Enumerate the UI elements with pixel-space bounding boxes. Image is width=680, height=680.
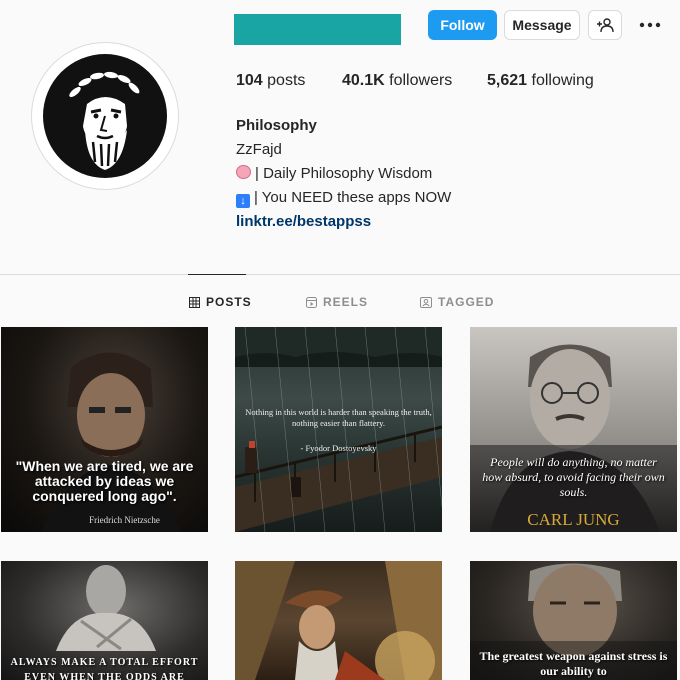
username-redacted bbox=[234, 14, 401, 45]
followers-count: 40.1K bbox=[342, 72, 385, 89]
reels-icon bbox=[306, 296, 317, 308]
post-tile[interactable]: ALWAYS MAKE A TOTAL EFFORT EVEN WHEN THE… bbox=[1, 561, 208, 680]
tabs-divider bbox=[0, 274, 680, 275]
profile-name: Philosophy bbox=[236, 117, 317, 134]
add-user-icon bbox=[597, 18, 614, 33]
philosopher-bust-icon bbox=[43, 54, 167, 178]
brain-emoji-icon bbox=[236, 165, 251, 179]
grid-icon bbox=[189, 296, 200, 308]
more-icon bbox=[639, 22, 661, 28]
profile-avatar[interactable] bbox=[31, 42, 179, 190]
tab-reels-label: REELS bbox=[323, 295, 369, 309]
following-label: following bbox=[531, 72, 594, 89]
posts-stat: 104 posts bbox=[236, 72, 305, 90]
posts-label: posts bbox=[267, 72, 306, 89]
bio-line-1: | Daily Philosophy Wisdom bbox=[236, 162, 451, 186]
post-tile[interactable]: "When we are tired, we are attacked by i… bbox=[1, 327, 208, 532]
add-user-button[interactable] bbox=[588, 10, 622, 40]
more-options-button[interactable] bbox=[632, 10, 668, 40]
bio-line-1-text: | Daily Philosophy Wisdom bbox=[255, 165, 433, 182]
tagged-icon bbox=[420, 296, 432, 308]
tab-posts[interactable]: POSTS bbox=[189, 295, 252, 309]
bio-line-2: ↓ | You NEED these apps NOW bbox=[236, 186, 451, 210]
post-tile[interactable]: Nothing in this world is harder than spe… bbox=[235, 327, 442, 532]
post-quote: People will do anything, no matter how a… bbox=[482, 455, 665, 499]
painting-image bbox=[235, 561, 442, 680]
rainy-bridge-image bbox=[235, 327, 442, 532]
portrait-image bbox=[470, 344, 677, 532]
post-quote: Nothing in this world is harder than spe… bbox=[245, 407, 432, 428]
post-tile[interactable]: The greatest weapon against stress is ou… bbox=[470, 561, 677, 680]
post-quote: The greatest weapon against stress is ou… bbox=[479, 649, 668, 678]
post-quote: "When we are tired, we are attacked by i… bbox=[15, 458, 194, 504]
active-tab-indicator bbox=[188, 274, 246, 275]
tab-tagged[interactable]: TAGGED bbox=[420, 295, 494, 309]
post-author: Friedrich Nietzsche bbox=[89, 515, 160, 525]
post-quote: ALWAYS MAKE A TOTAL EFFORT EVEN WHEN THE… bbox=[10, 657, 199, 680]
message-button[interactable]: Message bbox=[504, 10, 580, 40]
post-tile[interactable]: People will do anything, no matter how a… bbox=[470, 327, 677, 532]
tab-reels[interactable]: REELS bbox=[306, 295, 368, 309]
post-author: CARL JUNG bbox=[527, 510, 620, 529]
followers-label: followers bbox=[389, 72, 453, 89]
following-stat[interactable]: 5,621 following bbox=[487, 72, 594, 90]
post-author: - Fyodor Dostoyevsky bbox=[300, 443, 377, 453]
follow-button[interactable]: Follow bbox=[428, 10, 497, 40]
followers-stat[interactable]: 40.1K followers bbox=[342, 72, 452, 90]
profile-bio: Philosophy ZzFajd | Daily Philosophy Wis… bbox=[236, 114, 451, 234]
posts-count: 104 bbox=[236, 72, 263, 89]
bio-line-2-text: | You NEED these apps NOW bbox=[254, 189, 452, 206]
profile-handle: ZzFajd bbox=[236, 141, 282, 158]
down-arrow-emoji-icon: ↓ bbox=[236, 194, 250, 208]
post-tile[interactable] bbox=[235, 561, 442, 680]
tab-tagged-label: TAGGED bbox=[438, 295, 495, 309]
following-count: 5,621 bbox=[487, 72, 528, 89]
bio-link[interactable]: linktr.ee/bestappss bbox=[236, 210, 451, 234]
tab-posts-label: POSTS bbox=[206, 295, 252, 309]
